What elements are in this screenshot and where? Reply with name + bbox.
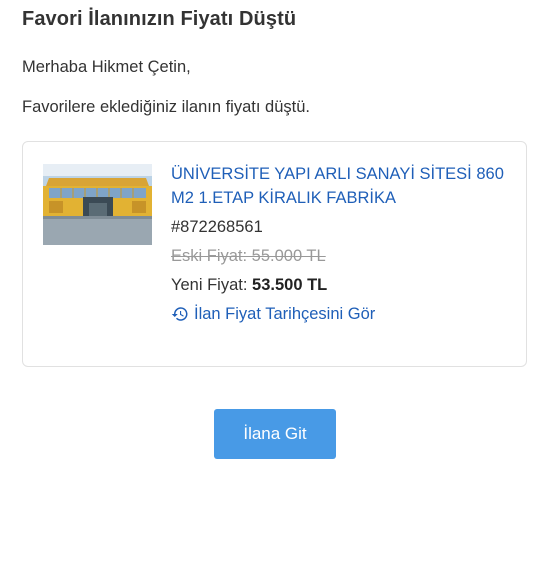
price-history-link[interactable]: İlan Fiyat Tarihçesini Gör [171,302,511,326]
history-clock-icon [171,307,188,321]
listing-number: #872268561 [171,218,263,236]
email-heading: Favori İlanınızın Fiyatı Düştü [22,8,297,30]
old-price: Eski Fiyat: 55.000 TL [171,247,326,265]
go-to-listing-button[interactable]: İlana Git [214,409,336,459]
listing-card: ÜNİVERSİTE YAPI ARLI SANAYİ SİTESİ 860 M… [22,141,527,367]
new-price: Yeni Fiyat: 53.500 TL [171,273,511,297]
listing-title-link[interactable]: ÜNİVERSİTE YAPI ARLI SANAYİ SİTESİ 860 M… [171,162,511,210]
new-price-value: 53.500 TL [252,276,328,294]
new-price-label: Yeni Fiyat: [171,276,248,294]
greeting-text: Merhaba Hikmet Çetin, [22,58,191,76]
price-history-label: İlan Fiyat Tarihçesini Gör [194,305,376,323]
listing-thumbnail[interactable] [43,164,152,245]
price-drop-message: Favorilere eklediğiniz ilanın fiyatı düş… [22,98,310,116]
